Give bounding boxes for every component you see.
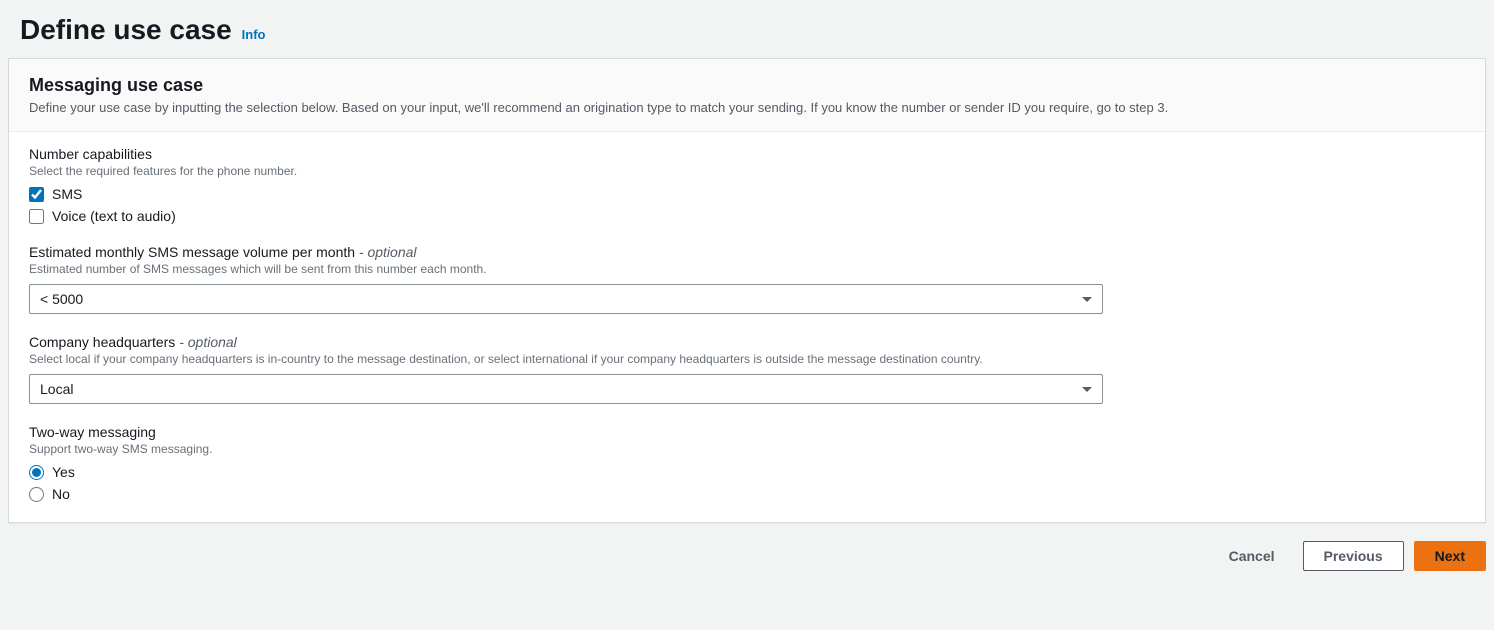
two-way-no-radio[interactable] xyxy=(29,487,44,502)
volume-optional: - optional xyxy=(359,244,417,260)
panel-header: Messaging use case Define your use case … xyxy=(9,59,1485,132)
sms-checkbox[interactable] xyxy=(29,187,44,202)
two-way-yes-label[interactable]: Yes xyxy=(52,464,75,480)
number-capabilities-hint: Select the required features for the pho… xyxy=(29,164,1465,178)
headquarters-label: Company headquarters - optional xyxy=(29,334,1465,350)
two-way-group: Two-way messaging Support two-way SMS me… xyxy=(29,424,1465,502)
volume-label-text: Estimated monthly SMS message volume per… xyxy=(29,244,355,260)
volume-select[interactable]: < 5000 xyxy=(29,284,1103,314)
cancel-button[interactable]: Cancel xyxy=(1211,542,1293,570)
panel-description: Define your use case by inputting the se… xyxy=(29,100,1465,115)
two-way-hint: Support two-way SMS messaging. xyxy=(29,442,1465,456)
two-way-no-label[interactable]: No xyxy=(52,486,70,502)
number-capabilities-group: Number capabilities Select the required … xyxy=(29,146,1465,224)
headquarters-label-text: Company headquarters xyxy=(29,334,175,350)
sms-checkbox-label[interactable]: SMS xyxy=(52,186,82,202)
messaging-use-case-panel: Messaging use case Define your use case … xyxy=(8,58,1486,523)
footer-actions: Cancel Previous Next xyxy=(8,523,1486,571)
volume-hint: Estimated number of SMS messages which w… xyxy=(29,262,1465,276)
previous-button[interactable]: Previous xyxy=(1303,541,1404,571)
page-header: Define use case Info xyxy=(8,8,1486,58)
next-button[interactable]: Next xyxy=(1414,541,1486,571)
voice-checkbox-label[interactable]: Voice (text to audio) xyxy=(52,208,176,224)
panel-title: Messaging use case xyxy=(29,75,1465,96)
headquarters-optional: - optional xyxy=(179,334,237,350)
page-title: Define use case xyxy=(20,14,232,46)
volume-group: Estimated monthly SMS message volume per… xyxy=(29,244,1465,314)
two-way-yes-radio[interactable] xyxy=(29,465,44,480)
headquarters-hint: Select local if your company headquarter… xyxy=(29,352,1465,366)
headquarters-group: Company headquarters - optional Select l… xyxy=(29,334,1465,404)
volume-label: Estimated monthly SMS message volume per… xyxy=(29,244,1465,260)
voice-checkbox[interactable] xyxy=(29,209,44,224)
headquarters-select[interactable]: Local xyxy=(29,374,1103,404)
two-way-label: Two-way messaging xyxy=(29,424,1465,440)
number-capabilities-label: Number capabilities xyxy=(29,146,1465,162)
info-link[interactable]: Info xyxy=(242,27,266,42)
